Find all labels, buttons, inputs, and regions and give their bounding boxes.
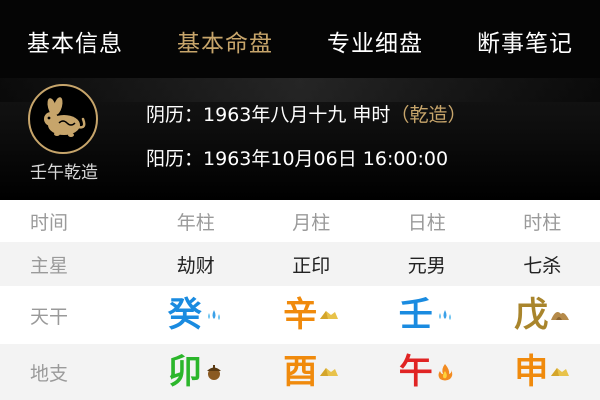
- pillar-table: 时间 年柱 月柱 日柱 时柱 主星 劫财 正印 元男 七杀 天干 癸 辛 壬 戊…: [0, 200, 600, 400]
- branch-day: 午: [398, 352, 433, 392]
- header-month-pillar: 月柱: [292, 211, 331, 234]
- branch-day-cell[interactable]: 午: [369, 355, 485, 389]
- branch-year: 卯: [167, 352, 202, 392]
- table-header-row: 时间 年柱 月柱 日柱 时柱: [0, 200, 600, 242]
- heavenly-stem-row: 天干 癸 辛 壬 戊: [0, 286, 600, 344]
- main-star-month: 正印: [292, 254, 331, 277]
- row-label-earthly-branch: 地支: [30, 362, 69, 385]
- branch-month: 酉: [283, 352, 318, 392]
- gold-nugget-icon: [320, 368, 339, 376]
- solar-date: 1963年10月06日 16:00:00: [203, 148, 449, 170]
- stem-year-cell[interactable]: 癸: [138, 298, 254, 332]
- fire-flame-icon: [438, 364, 453, 381]
- gold-nugget-icon: [320, 311, 339, 319]
- rat-zodiac-icon: [28, 84, 98, 154]
- lunar-date-line: 阴历：1963年八月十九 申时（乾造）: [146, 100, 466, 127]
- earthly-branch-row: 地支 卯 酉 午 申: [0, 344, 600, 400]
- lunar-date: 1963年八月十九: [203, 104, 347, 126]
- solar-date-line: 阳历：1963年10月06日 16:00:00: [146, 144, 448, 171]
- main-star-row: 主星 劫财 正印 元男 七杀: [0, 242, 600, 286]
- stem-hour-cell[interactable]: 戊: [485, 298, 600, 332]
- gold-nugget-icon: [551, 368, 570, 376]
- gender-tag: （乾造）: [390, 104, 467, 126]
- lunar-hour: 申时: [352, 104, 391, 126]
- chart-caption: 壬午乾造: [30, 163, 98, 183]
- stem-hour: 戊: [514, 295, 549, 335]
- tab-professional-chart[interactable]: 专业细盘: [300, 0, 450, 58]
- header-day-pillar: 日柱: [407, 211, 446, 234]
- tab-notes[interactable]: 断事笔记: [450, 0, 600, 58]
- row-label-heavenly-stem: 天干: [30, 305, 69, 328]
- lunar-label: 阴历：: [146, 104, 204, 126]
- stem-day-cell[interactable]: 壬: [369, 298, 485, 332]
- branch-month-cell[interactable]: 酉: [254, 355, 370, 389]
- water-drops-icon: [207, 310, 220, 320]
- branch-hour-cell[interactable]: 申: [485, 355, 600, 389]
- main-star-day: 元男: [407, 254, 446, 277]
- main-star-year: 劫财: [176, 254, 215, 277]
- header-hour-pillar: 时柱: [523, 211, 562, 234]
- stem-month-cell[interactable]: 辛: [254, 298, 370, 332]
- header-year-pillar: 年柱: [176, 211, 215, 234]
- top-tab-bar: 基本信息 基本命盘 专业细盘 断事笔记: [0, 0, 600, 78]
- tab-basic-chart[interactable]: 基本命盘: [150, 0, 300, 58]
- row-label-main-star: 主星: [30, 254, 69, 277]
- header-time: 时间: [30, 211, 69, 234]
- stem-year: 癸: [167, 295, 202, 335]
- branch-hour: 申: [514, 352, 549, 392]
- branch-year-cell[interactable]: 卯: [138, 355, 254, 389]
- wood-acorn-icon: [206, 365, 221, 380]
- solar-label: 阳历：: [146, 148, 204, 170]
- tab-basic-info[interactable]: 基本信息: [0, 0, 150, 58]
- stem-month: 辛: [283, 295, 318, 335]
- earth-mound-icon: [551, 312, 570, 320]
- stem-day: 壬: [398, 295, 433, 335]
- profile-header: 壬午乾造 阴历：1963年八月十九 申时（乾造） 阳历：1963年10月06日 …: [0, 78, 600, 200]
- main-star-hour: 七杀: [523, 254, 562, 277]
- water-drops-icon: [438, 310, 451, 320]
